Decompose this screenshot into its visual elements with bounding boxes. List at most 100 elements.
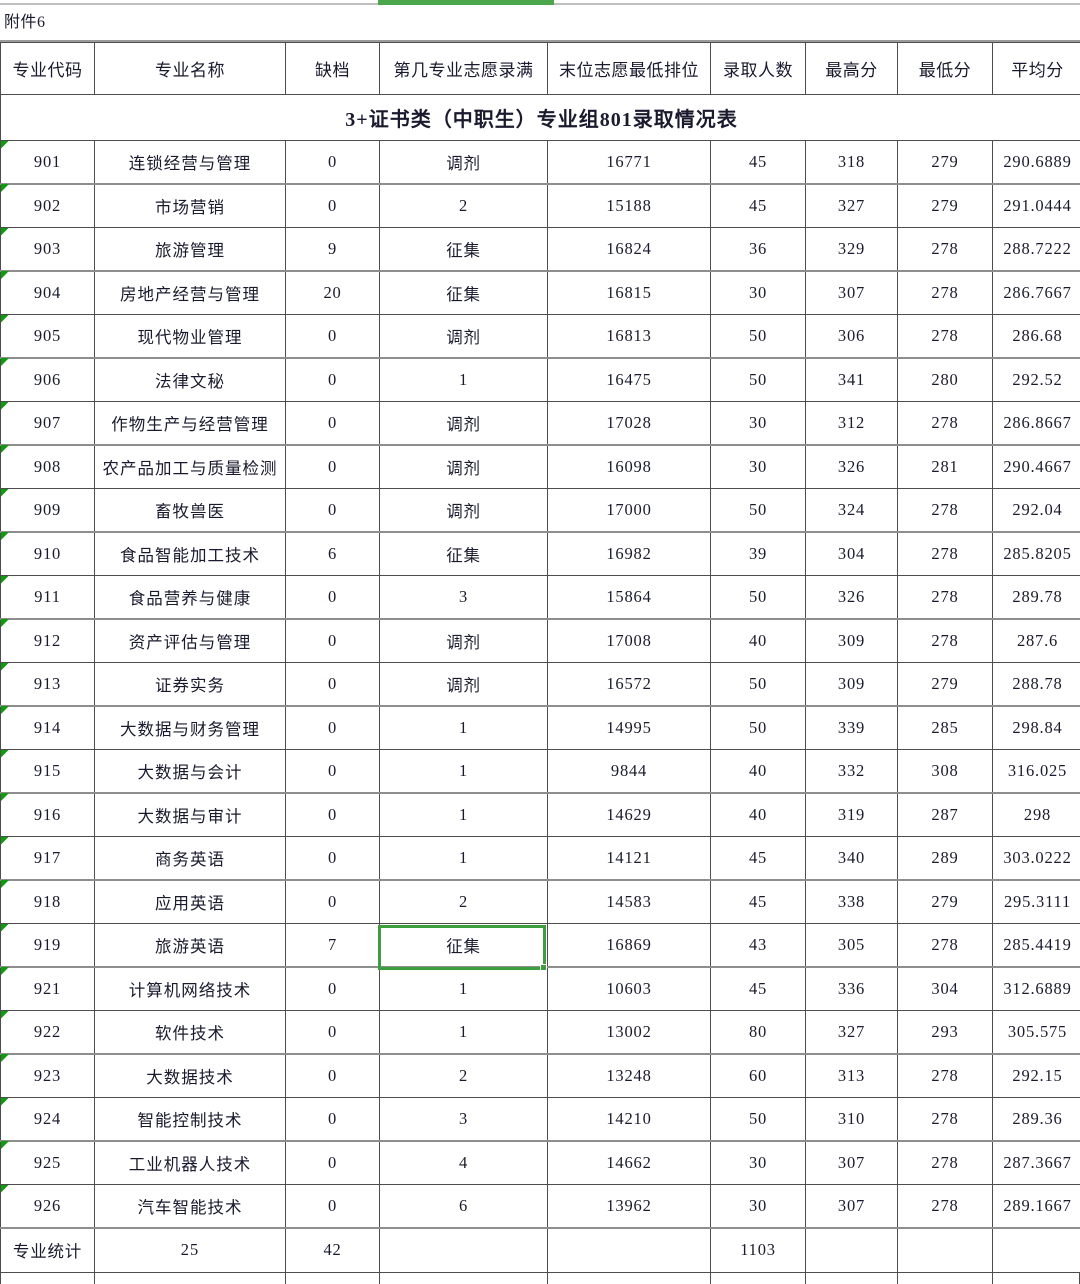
column-header-6[interactable]: 最高分 xyxy=(805,42,898,95)
table-row[interactable]: 914 大数据与财务管理 0 1 14995 50 339 285 298.84 xyxy=(0,706,1080,750)
cell-code[interactable]: 923 xyxy=(0,1054,95,1098)
cell-shortage[interactable]: 0 xyxy=(285,314,380,359)
table-row[interactable]: 903 旅游管理 9 征集 16824 36 329 278 288.7222 xyxy=(0,227,1080,272)
cell-last_rank[interactable]: 16982 xyxy=(547,532,711,576)
total-cell-min[interactable] xyxy=(897,1228,993,1273)
cell-fill_order[interactable]: 征集 xyxy=(379,923,548,968)
cell-shortage[interactable]: 0 xyxy=(285,1141,380,1185)
cell-name[interactable]: 软件技术 xyxy=(94,1010,286,1055)
table-row[interactable]: 907 作物生产与经营管理 0 调剂 17028 30 312 278 286.8667 xyxy=(0,401,1080,446)
cell-min[interactable]: 278 xyxy=(897,619,993,663)
cell-max[interactable]: 319 xyxy=(805,793,898,837)
table-row[interactable]: 905 现代物业管理 0 调剂 16813 50 306 278 286.68 xyxy=(0,314,1080,359)
cell-name[interactable]: 应用英语 xyxy=(94,880,286,924)
cell-admitted[interactable]: 30 xyxy=(710,401,806,446)
cell-last_rank[interactable]: 9844 xyxy=(547,749,711,794)
cell-last_rank[interactable]: 15864 xyxy=(547,575,711,620)
cell-shortage[interactable]: 0 xyxy=(285,1054,380,1098)
cell-shortage[interactable]: 20 xyxy=(285,271,380,315)
cell-max[interactable]: 326 xyxy=(805,445,898,489)
cell-max[interactable]: 318 xyxy=(805,140,898,185)
cell-name[interactable]: 现代物业管理 xyxy=(94,314,286,359)
cell-name[interactable]: 商务英语 xyxy=(94,836,286,881)
cell-avg[interactable]: 292.52 xyxy=(992,358,1080,402)
cell-last_rank[interactable]: 17000 xyxy=(547,488,711,533)
cell-shortage[interactable]: 0 xyxy=(285,836,380,881)
table-row[interactable]: 911 食品营养与健康 0 3 15864 50 326 278 289.78 xyxy=(0,575,1080,620)
cell-min[interactable]: 278 xyxy=(897,1097,993,1142)
table-row[interactable]: 923 大数据技术 0 2 13248 60 313 278 292.15 xyxy=(0,1054,1080,1098)
cell-name[interactable]: 证券实务 xyxy=(94,662,286,707)
cell-min[interactable]: 287 xyxy=(897,793,993,837)
cell-min[interactable]: 278 xyxy=(897,923,993,968)
column-header-1[interactable]: 专业名称 xyxy=(94,42,286,95)
cell-last_rank[interactable]: 16572 xyxy=(547,662,711,707)
cell-max[interactable]: 307 xyxy=(805,271,898,315)
table-row[interactable]: 912 资产评估与管理 0 调剂 17008 40 309 278 287.6 xyxy=(0,619,1080,663)
cell-avg[interactable]: 305.575 xyxy=(992,1010,1080,1055)
cell-code[interactable]: 912 xyxy=(0,619,95,663)
cell-fill_order[interactable]: 征集 xyxy=(379,532,548,576)
cell-avg[interactable]: 298.84 xyxy=(992,706,1080,750)
cell-max[interactable]: 332 xyxy=(805,749,898,794)
cell-name[interactable]: 大数据与会计 xyxy=(94,749,286,794)
total-cell-max[interactable] xyxy=(805,1228,898,1273)
cell-fill_order[interactable]: 调剂 xyxy=(379,445,548,489)
cell-avg[interactable]: 312.6889 xyxy=(992,967,1080,1011)
cell-shortage[interactable]: 0 xyxy=(285,706,380,750)
table-row[interactable]: 918 应用英语 0 2 14583 45 338 279 295.3111 xyxy=(0,880,1080,924)
cell-shortage[interactable]: 0 xyxy=(285,1010,380,1055)
cell-code[interactable]: 911 xyxy=(0,575,95,620)
cell-admitted[interactable]: 30 xyxy=(710,1184,806,1229)
cell-admitted[interactable]: 45 xyxy=(710,880,806,924)
cell-max[interactable]: 339 xyxy=(805,706,898,750)
cell-min[interactable]: 278 xyxy=(897,1184,993,1229)
cell-last_rank[interactable]: 15188 xyxy=(547,184,711,228)
column-header-8[interactable]: 平均分 xyxy=(992,42,1080,95)
total-cell-code[interactable]: 专业统计 xyxy=(0,1228,95,1273)
column-header-5[interactable]: 录取人数 xyxy=(710,42,806,95)
cell-last_rank[interactable]: 16824 xyxy=(547,227,711,272)
cell-admitted[interactable]: 45 xyxy=(710,967,806,1011)
table-row[interactable]: 902 市场营销 0 2 15188 45 327 279 291.0444 xyxy=(0,184,1080,228)
cell-avg[interactable]: 288.78 xyxy=(992,662,1080,707)
cell-last_rank[interactable]: 13248 xyxy=(547,1054,711,1098)
cell-fill_order[interactable]: 1 xyxy=(379,967,548,1011)
cell-name[interactable]: 大数据技术 xyxy=(94,1054,286,1098)
cell-avg[interactable]: 289.36 xyxy=(992,1097,1080,1142)
total-statistics-row[interactable]: 专业统计 25 42 1103 xyxy=(0,1228,1080,1273)
cell-name[interactable]: 市场营销 xyxy=(94,184,286,228)
cell-min[interactable]: 279 xyxy=(897,880,993,924)
cell-last_rank[interactable]: 13002 xyxy=(547,1010,711,1055)
cell-shortage[interactable]: 0 xyxy=(285,880,380,924)
table-row[interactable]: 913 证券实务 0 调剂 16572 50 309 279 288.78 xyxy=(0,662,1080,707)
cell-min[interactable]: 278 xyxy=(897,488,993,533)
cell-last_rank[interactable]: 17008 xyxy=(547,619,711,663)
cell-avg[interactable]: 316.025 xyxy=(992,749,1080,794)
cell-code[interactable]: 922 xyxy=(0,1010,95,1055)
cell-code[interactable]: 926 xyxy=(0,1184,95,1229)
cell-admitted[interactable]: 43 xyxy=(710,923,806,968)
cell-code[interactable]: 916 xyxy=(0,793,95,837)
column-header-0[interactable]: 专业代码 xyxy=(0,42,95,95)
cell-code[interactable]: 906 xyxy=(0,358,95,402)
cell-admitted[interactable]: 39 xyxy=(710,532,806,576)
cell-max[interactable]: 327 xyxy=(805,1010,898,1055)
cell-code[interactable]: 902 xyxy=(0,184,95,228)
cell-fill_order[interactable]: 3 xyxy=(379,1097,548,1142)
cell-shortage[interactable]: 6 xyxy=(285,532,380,576)
cell-min[interactable]: 308 xyxy=(897,749,993,794)
table-row[interactable]: 917 商务英语 0 1 14121 45 340 289 303.0222 xyxy=(0,836,1080,881)
cell-min[interactable]: 304 xyxy=(897,967,993,1011)
cell-fill_order[interactable]: 1 xyxy=(379,706,548,750)
cell-max[interactable]: 304 xyxy=(805,532,898,576)
cell-admitted[interactable]: 50 xyxy=(710,1097,806,1142)
table-row[interactable]: 901 连锁经营与管理 0 调剂 16771 45 318 279 290.6889 xyxy=(0,140,1080,185)
cell-shortage[interactable]: 0 xyxy=(285,184,380,228)
cell-last_rank[interactable]: 14662 xyxy=(547,1141,711,1185)
cell-fill_order[interactable]: 4 xyxy=(379,1141,548,1185)
cell-last_rank[interactable]: 16813 xyxy=(547,314,711,359)
table-row[interactable]: 908 农产品加工与质量检测 0 调剂 16098 30 326 281 290.4667 xyxy=(0,445,1080,489)
cell-fill_order[interactable]: 2 xyxy=(379,1054,548,1098)
cell-admitted[interactable]: 50 xyxy=(710,314,806,359)
